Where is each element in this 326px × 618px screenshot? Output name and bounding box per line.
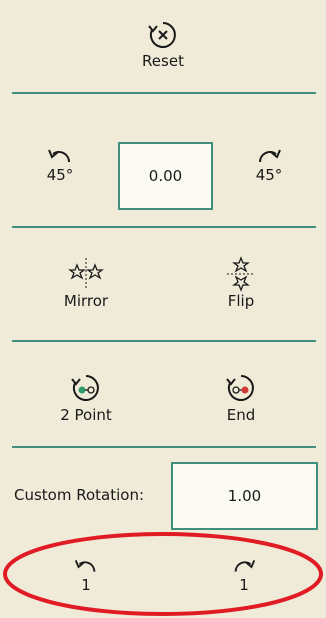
divider [12, 92, 316, 94]
end-rotate-icon [225, 372, 257, 406]
divider [12, 226, 316, 228]
mirror-label: Mirror [63, 292, 109, 310]
end-rotate-button[interactable]: End [216, 372, 266, 424]
rotate-ccw-icon [72, 556, 100, 576]
angle-input[interactable]: 0.00 [118, 142, 213, 210]
reset-button[interactable]: Reset [133, 18, 193, 70]
two-point-label: 2 Point [60, 406, 112, 424]
rotation-panel: Reset 45° 0.00 45° Mirror Flip 2 Point E… [0, 0, 326, 618]
rotate-left-label: 45° [46, 166, 74, 184]
rotate-right-45-button[interactable]: 45° [247, 146, 291, 184]
angle-value: 0.00 [148, 167, 183, 185]
rotate-right-step-label: 1 [239, 576, 249, 594]
reset-icon [146, 18, 180, 52]
two-point-rotate-icon [70, 372, 102, 406]
custom-rotation-value: 1.00 [227, 487, 262, 505]
highlight-ellipse [3, 532, 323, 616]
flip-label: Flip [227, 292, 255, 310]
rotate-left-step-label: 1 [81, 576, 91, 594]
mirror-icon [66, 256, 106, 292]
custom-rotation-input[interactable]: 1.00 [171, 462, 318, 530]
flip-button[interactable]: Flip [211, 256, 271, 310]
custom-rotation-label: Custom Rotation: [14, 486, 145, 504]
divider [12, 446, 316, 448]
rotate-cw-icon [230, 556, 258, 576]
rotate-right-label: 45° [255, 166, 283, 184]
rotate-left-step-button[interactable]: 1 [66, 556, 106, 594]
rotate-ccw-icon [45, 146, 75, 166]
end-label: End [226, 406, 256, 424]
divider [12, 340, 316, 342]
mirror-button[interactable]: Mirror [50, 256, 122, 310]
two-point-rotate-button[interactable]: 2 Point [48, 372, 124, 424]
rotate-left-45-button[interactable]: 45° [38, 146, 82, 184]
rotate-right-step-button[interactable]: 1 [224, 556, 264, 594]
flip-icon [223, 256, 259, 292]
reset-label: Reset [142, 52, 184, 70]
rotate-cw-icon [254, 146, 284, 166]
